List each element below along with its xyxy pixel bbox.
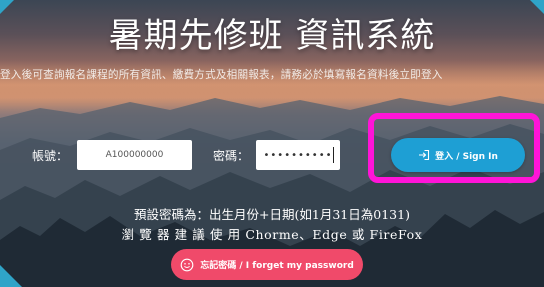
page-subtitle: 登入後可查詢報名課程的所有資訊、繳費方式及相關報表，請務必於填寫報名資料後立即登… bbox=[0, 69, 443, 81]
account-input[interactable] bbox=[77, 140, 192, 170]
sign-in-button[interactable]: 登入 / Sign In bbox=[391, 138, 525, 172]
sign-in-icon bbox=[419, 149, 430, 161]
default-password-hint: 預設密碼為：出生月份+日期(如1月31日為0131) bbox=[134, 207, 410, 222]
account-label: 帳號： bbox=[32, 149, 69, 163]
forget-password-label: 忘記密碼 / I forget my password bbox=[200, 261, 354, 271]
browser-hint: 瀏 覽 器 建 議 使 用 Chorme、Edge 或 FireFox bbox=[121, 227, 423, 242]
text-caret bbox=[333, 147, 334, 163]
password-label: 密碼： bbox=[213, 149, 250, 163]
smile-icon bbox=[180, 258, 194, 271]
forget-password-button[interactable]: 忘記密碼 / I forget my password bbox=[171, 249, 363, 280]
login-page: 暑期先修班 資訊系統 登入後可查詢報名課程的所有資訊、繳費方式及相關報表，請務必… bbox=[0, 0, 544, 287]
password-input[interactable] bbox=[256, 140, 340, 170]
page-title: 暑期先修班 資訊系統 bbox=[108, 16, 436, 56]
sign-in-label: 登入 / Sign In bbox=[435, 151, 498, 162]
